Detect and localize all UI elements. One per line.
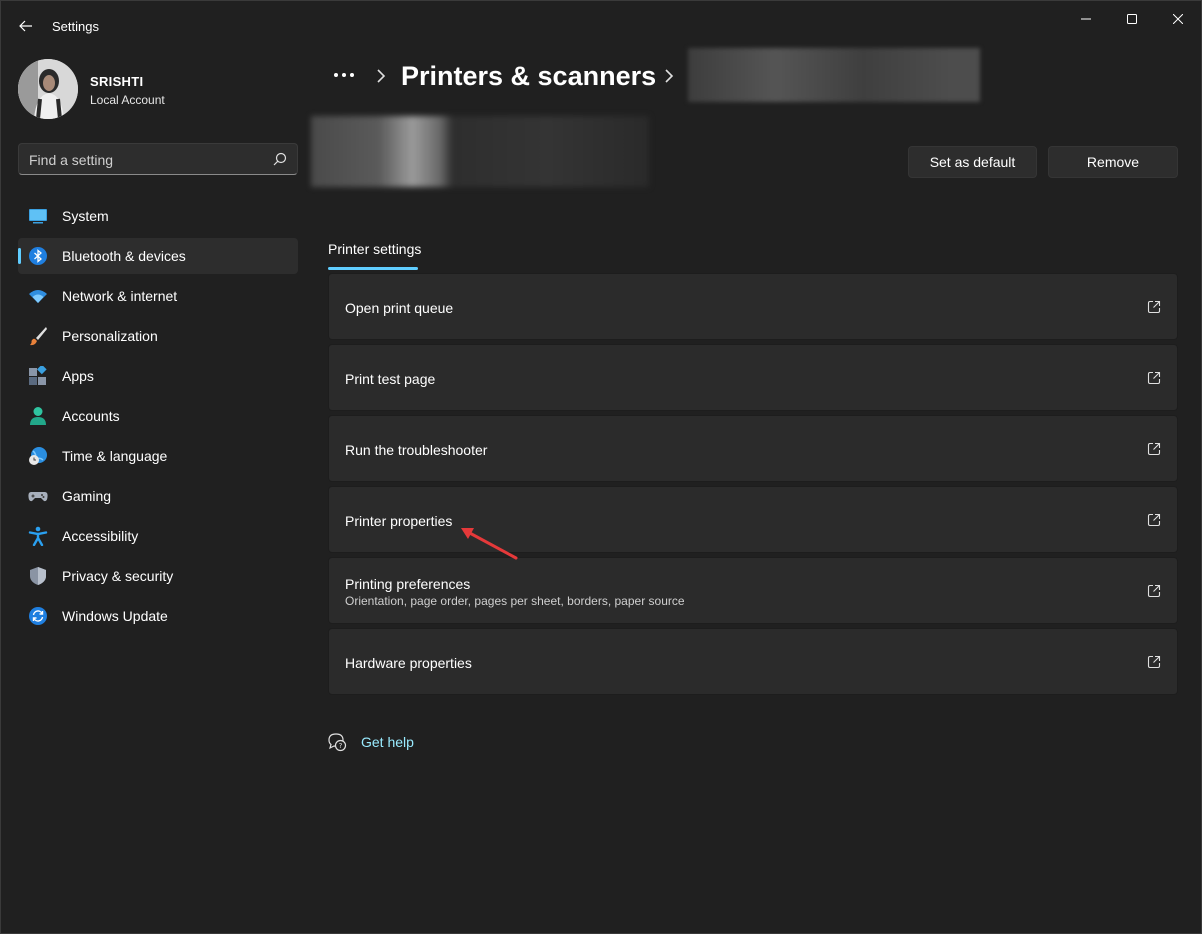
gamepad-icon	[28, 492, 48, 502]
printer-name-redacted	[688, 48, 980, 102]
title-bar: Settings	[1, 1, 1201, 49]
user-photo-icon	[18, 59, 78, 119]
sidebar-item-label: Gaming	[62, 488, 112, 504]
settings-window: Settings SRISHTI Local Account Find a se…	[0, 0, 1202, 934]
open-external-icon	[1147, 371, 1161, 385]
open-print-queue-card[interactable]: Open print queue	[328, 273, 1178, 340]
app-title: Settings	[52, 19, 99, 34]
avatar[interactable]	[18, 59, 78, 119]
bluetooth-icon	[29, 247, 47, 265]
card-title: Print test page	[345, 371, 436, 387]
update-icon	[29, 607, 47, 625]
open-external-icon	[1147, 300, 1161, 314]
wifi-icon	[29, 290, 47, 303]
print-test-page-card[interactable]: Print test page	[328, 344, 1178, 411]
person-icon	[30, 407, 46, 425]
page-title[interactable]: Printers & scanners	[401, 61, 656, 92]
tab-active-indicator	[328, 267, 418, 270]
sidebar-item-label: Bluetooth & devices	[62, 248, 186, 264]
sidebar-item-label: Windows Update	[62, 608, 168, 624]
card-subtitle: Orientation, page order, pages per sheet…	[345, 594, 685, 608]
apps-icon	[29, 366, 47, 385]
remove-button[interactable]: Remove	[1048, 146, 1178, 178]
sidebar-item-label: Personalization	[62, 328, 158, 344]
card-title: Printer properties	[345, 513, 453, 529]
set-as-default-button[interactable]: Set as default	[908, 146, 1037, 178]
help-chat-icon[interactable]: ?	[327, 732, 347, 752]
maximize-button[interactable]	[1109, 5, 1155, 33]
sidebar-item-accessibility[interactable]: Accessibility	[18, 518, 298, 554]
sidebar-item-apps[interactable]: Apps	[18, 358, 298, 394]
annotation-arrow-icon	[461, 528, 518, 560]
sidebar-item-privacy-security[interactable]: Privacy & security	[18, 558, 298, 594]
brush-icon	[30, 327, 47, 346]
open-external-icon	[1147, 655, 1161, 669]
chevron-right-icon	[377, 69, 386, 83]
open-external-icon	[1147, 584, 1161, 598]
shield-icon	[30, 567, 46, 585]
card-title: Hardware properties	[345, 655, 472, 671]
user-name: SRISHTI	[90, 74, 144, 89]
sidebar-item-label: Accounts	[62, 408, 120, 424]
account-type: Local Account	[90, 93, 165, 107]
accessibility-icon	[28, 526, 48, 546]
sidebar-item-personalization[interactable]: Personalization	[18, 318, 298, 354]
get-help-link[interactable]: Get help	[361, 734, 414, 750]
sidebar-item-time-language[interactable]: Time & language	[18, 438, 298, 474]
close-button[interactable]	[1155, 5, 1201, 33]
open-external-icon	[1147, 442, 1161, 456]
more-breadcrumb-icon[interactable]	[332, 63, 356, 87]
monitor-icon	[29, 209, 47, 224]
open-external-icon	[1147, 513, 1161, 527]
tab-printer-settings[interactable]: Printer settings	[328, 241, 421, 257]
search-input[interactable]: Find a setting	[18, 143, 298, 175]
sidebar-item-windows-update[interactable]: Windows Update	[18, 598, 298, 634]
sidebar-item-system[interactable]: System	[18, 198, 298, 234]
card-title: Printing preferences	[345, 576, 471, 592]
search-placeholder: Find a setting	[29, 152, 114, 168]
back-button[interactable]	[13, 13, 39, 39]
run-troubleshooter-card[interactable]: Run the troubleshooter	[328, 415, 1178, 482]
sidebar-item-label: Network & internet	[62, 288, 178, 304]
printing-preferences-card[interactable]: Printing preferences Orientation, page o…	[328, 557, 1178, 624]
minimize-button[interactable]	[1063, 5, 1109, 33]
sidebar-item-gaming[interactable]: Gaming	[18, 478, 298, 514]
sidebar-item-label: System	[62, 208, 109, 224]
printer-image-redacted	[311, 116, 649, 187]
search-icon[interactable]	[273, 152, 287, 166]
chevron-right-icon	[665, 69, 674, 83]
sidebar-item-label: Privacy & security	[62, 568, 174, 584]
maximize-icon	[1127, 14, 1137, 24]
card-title: Run the troubleshooter	[345, 442, 488, 458]
globe-clock-icon	[29, 447, 47, 465]
svg-text:?: ?	[339, 742, 343, 750]
sidebar-item-label: Time & language	[62, 448, 168, 464]
minimize-icon	[1081, 18, 1091, 20]
sidebar-item-bluetooth-devices[interactable]: Bluetooth & devices	[18, 238, 298, 274]
selection-indicator	[18, 248, 21, 264]
hardware-properties-card[interactable]: Hardware properties	[328, 628, 1178, 695]
card-title: Open print queue	[345, 300, 454, 316]
sidebar-item-accounts[interactable]: Accounts	[18, 398, 298, 434]
back-arrow-icon	[19, 20, 32, 32]
close-icon	[1173, 14, 1183, 24]
sidebar-item-label: Apps	[62, 368, 94, 384]
sidebar-item-label: Accessibility	[62, 528, 139, 544]
sidebar-item-network[interactable]: Network & internet	[18, 278, 298, 314]
